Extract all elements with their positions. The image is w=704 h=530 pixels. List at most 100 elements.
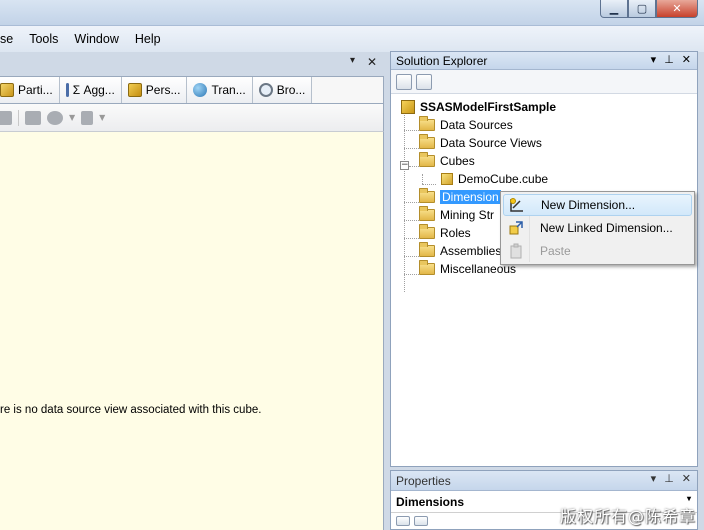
alphabetical-icon[interactable] <box>414 516 428 526</box>
aggregation-icon <box>65 83 69 97</box>
document-header: ▾ ✕ <box>0 52 386 74</box>
folder-icon <box>419 206 435 221</box>
maximize-button[interactable]: ▢ <box>628 0 656 18</box>
tab-label: Σ Agg... <box>72 83 115 97</box>
tab-label: Tran... <box>211 83 246 97</box>
designer-toolbar: ▼ ▼ <box>0 104 384 132</box>
toolbar-separator <box>18 109 19 126</box>
tab-translations[interactable]: Tran... <box>187 77 253 103</box>
pin-icon[interactable]: ⊥ <box>664 53 674 66</box>
pin-icon[interactable]: ⊥ <box>664 472 674 485</box>
cube-designer-tabs: Parti... Σ Agg... Pers... Tran... Bro... <box>0 76 384 104</box>
tab-label: Parti... <box>18 83 53 97</box>
properties-icon[interactable] <box>416 73 432 90</box>
chevron-down-icon[interactable]: ▾ <box>651 53 657 66</box>
tab-browser[interactable]: Bro... <box>252 77 313 103</box>
tree-item-democube[interactable]: DemoCube.cube <box>441 170 548 188</box>
tree-item-label: Dimension <box>440 190 501 204</box>
menu-item-label: Paste <box>540 244 571 258</box>
linked-dimension-icon <box>506 218 526 238</box>
solution-tree: SSASModelFirstSample Data Sources Data S… <box>391 94 697 464</box>
tab-partitions[interactable]: Parti... <box>0 77 60 103</box>
document-close-button[interactable]: ✕ <box>367 55 377 69</box>
menu-bar: se Tools Window Help <box>0 26 704 52</box>
window-title-bar: ▁ ▢ ✕ <box>0 0 704 26</box>
tree-item-label: SSASModelFirstSample <box>420 100 557 114</box>
menu-item-new-linked-dimension[interactable]: New Linked Dimension... <box>503 217 692 239</box>
chevron-down-icon[interactable]: ▾ <box>651 472 657 485</box>
tree-item-label: Assemblies <box>440 244 502 258</box>
zoom-icon[interactable] <box>47 110 63 125</box>
copyright-watermark: 版权所有@陈希章 <box>559 507 696 526</box>
tree-line <box>422 184 436 185</box>
tree-line <box>409 166 419 167</box>
translation-icon <box>193 83 208 97</box>
partition-icon <box>0 83 14 97</box>
menu-item-help[interactable]: Help <box>127 32 169 46</box>
tree-item-project[interactable]: SSASModelFirstSample <box>401 98 556 116</box>
selected-object-name: Dimensions <box>396 494 465 509</box>
browser-icon <box>258 83 273 97</box>
tree-line <box>404 148 419 149</box>
panel-title: Properties <box>396 473 451 488</box>
layout-icon[interactable] <box>81 110 94 125</box>
tree-item-data-source-views[interactable]: Data Source Views <box>419 134 542 152</box>
menu-item-label: New Linked Dimension... <box>540 221 673 235</box>
folder-icon <box>419 152 435 167</box>
solution-explorer-toolbar <box>391 70 697 94</box>
chevron-down-icon[interactable]: ▼ <box>69 113 75 122</box>
tree-item-label: DemoCube.cube <box>458 172 549 186</box>
tree-item-label: Data Sources <box>440 118 513 132</box>
tree-line <box>404 274 419 275</box>
paste-icon <box>506 241 526 261</box>
tree-item-cubes[interactable]: Cubes <box>419 152 475 170</box>
tab-aggregations[interactable]: Σ Agg... <box>59 77 122 103</box>
cube-icon <box>441 173 453 185</box>
menu-item-window[interactable]: Window <box>66 32 126 46</box>
tree-item-assemblies[interactable]: Assemblies <box>419 242 501 260</box>
folder-icon <box>419 134 435 149</box>
folder-icon <box>419 242 435 257</box>
toolbar-button-icon[interactable] <box>25 110 41 125</box>
designer-canvas[interactable]: re is no data source view associated wit… <box>0 132 384 530</box>
chevron-down-icon[interactable]: ▼ <box>99 113 105 122</box>
collapse-toggle[interactable]: − <box>400 161 409 170</box>
tree-line <box>404 238 419 239</box>
solution-explorer-title-bar: Solution Explorer ▾ ⊥ ✕ <box>391 52 697 70</box>
tree-item-label: Cubes <box>440 154 475 168</box>
canvas-message: re is no data source view associated wit… <box>0 404 262 416</box>
chevron-down-icon[interactable]: ▾ <box>687 494 691 503</box>
folder-icon <box>419 188 435 203</box>
properties-title-bar: Properties ▾ ⊥ ✕ <box>391 471 697 491</box>
document-dropdown-button[interactable]: ▾ <box>350 55 355 66</box>
categorized-icon[interactable] <box>396 516 410 526</box>
new-dimension-icon <box>507 195 527 215</box>
folder-icon <box>419 116 435 131</box>
tab-perspectives[interactable]: Pers... <box>121 77 188 103</box>
menu-item-tools[interactable]: Tools <box>21 32 66 46</box>
tree-line <box>404 220 419 221</box>
menu-item-database[interactable]: se <box>0 32 21 46</box>
tree-item-data-sources[interactable]: Data Sources <box>419 116 513 134</box>
context-menu: New Dimension... New Linked Dimension...… <box>500 191 695 265</box>
folder-icon <box>419 224 435 239</box>
close-window-button[interactable]: ✕ <box>656 0 698 18</box>
window-controls: ▁ ▢ ✕ <box>600 0 698 18</box>
show-all-files-icon[interactable] <box>396 73 412 90</box>
minimize-button[interactable]: ▁ <box>600 0 628 18</box>
tree-item-roles[interactable]: Roles <box>419 224 471 242</box>
perspective-icon <box>127 83 142 97</box>
close-icon[interactable]: ✕ <box>682 472 691 485</box>
tree-line <box>404 256 419 257</box>
tab-label: Bro... <box>276 83 306 97</box>
close-icon[interactable]: ✕ <box>682 53 691 66</box>
project-icon <box>401 100 415 114</box>
menu-item-label: New Dimension... <box>541 198 636 212</box>
toolbar-button-icon[interactable] <box>0 110 12 125</box>
menu-item-paste[interactable]: Paste <box>503 240 692 262</box>
menu-item-new-dimension[interactable]: New Dimension... <box>503 194 692 216</box>
folder-icon <box>419 260 435 275</box>
panel-title: Solution Explorer <box>396 53 488 68</box>
tree-item-mining-structures[interactable]: Mining Str <box>419 206 494 224</box>
tree-item-dimensions[interactable]: Dimension <box>419 188 501 206</box>
